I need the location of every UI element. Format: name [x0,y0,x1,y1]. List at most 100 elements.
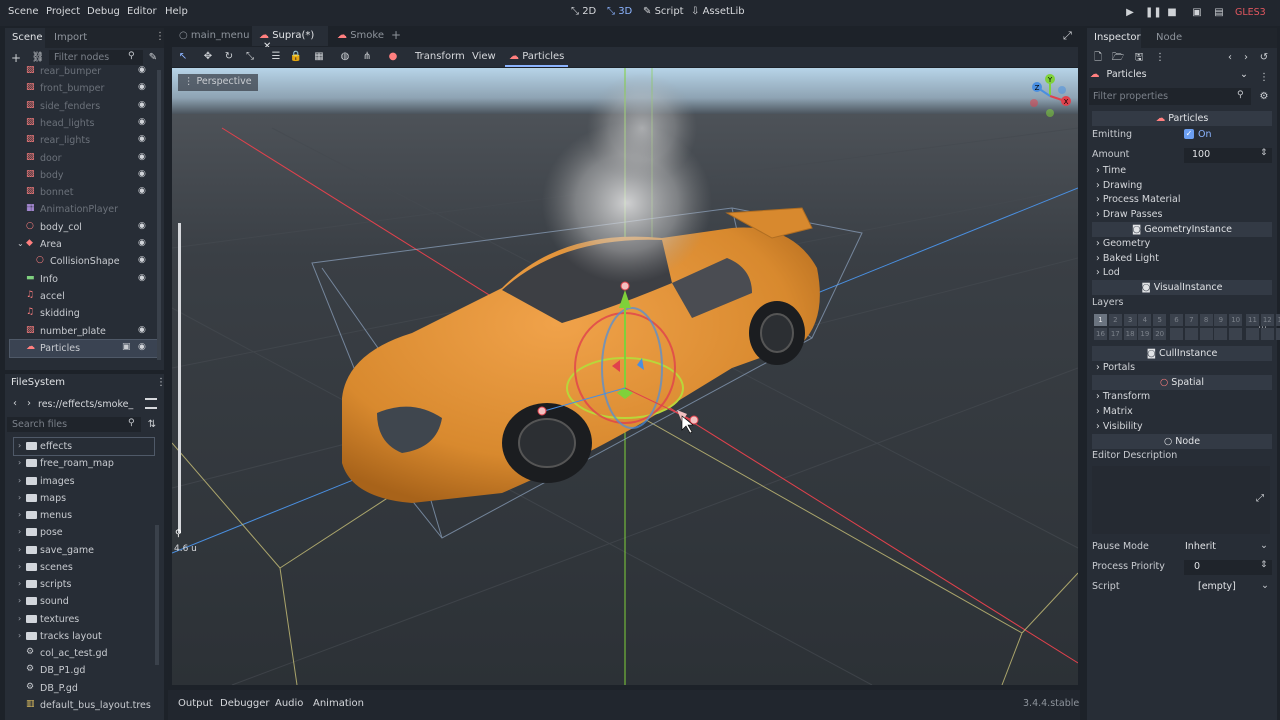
group-visibility[interactable]: › Visibility [1096,421,1143,432]
layer-cell[interactable]: 8 [1199,314,1213,326]
group-process-material[interactable]: › Process Material [1096,194,1180,205]
layer-cell[interactable]: 1 [1094,314,1107,326]
filesystem-item[interactable]: › effects [13,437,155,456]
scene-tree-item[interactable]: ♫ skidding [10,305,160,322]
scene-tree-item[interactable]: ▬ Info ◉ [10,271,160,288]
scene-tree-item[interactable]: ▧ bonnet ◉ [10,184,160,201]
tab-output[interactable]: Output [178,698,213,709]
visibility-eye-icon[interactable]: ◉ [138,342,146,352]
menu-help[interactable]: Help [165,6,188,17]
filesystem-menu-icon[interactable]: ⋮ [156,377,166,388]
pause-icon[interactable]: ❚❚ [1145,6,1162,20]
scene-tree-item[interactable]: ▧ rear_bumper ◉ [10,63,160,80]
open-resource-icon[interactable]: 🗁 [1111,51,1125,65]
filter-properties-input[interactable]: Filter properties ⚲ [1089,88,1251,105]
scene-tree-item[interactable]: ▦ AnimationPlayer [10,201,160,218]
transform-menu[interactable]: Transform [415,51,465,62]
path-field[interactable]: res://effects/smoke_p [38,399,134,410]
workspace-2d[interactable]: ⤡ 2D [571,6,596,17]
distraction-free-icon[interactable]: ⤢ [1063,29,1072,43]
back-icon[interactable]: ‹ [8,397,22,411]
layer-cell[interactable]: 18 [1123,328,1137,340]
layer-cell[interactable]: 9 [1214,314,1228,326]
filesystem-item[interactable]: › scripts [14,576,154,593]
group-baked-light[interactable]: › Baked Light [1096,253,1159,264]
visibility-eye-icon[interactable]: ◉ [138,255,146,265]
visibility-eye-icon[interactable]: ◉ [138,273,146,283]
scene-tree-item[interactable]: ○ CollisionShape ◉ [10,253,160,270]
expand-arrow-icon[interactable]: › [18,527,21,536]
expand-arrow-icon[interactable]: › [18,631,21,640]
layer-cell[interactable] [1199,328,1213,340]
tab-debugger[interactable]: Debugger [220,698,270,709]
filesystem-item[interactable]: › sound [14,593,154,610]
layer-cell[interactable]: 20 [1153,328,1167,340]
workspace-script[interactable]: ✎ Script [643,6,684,17]
scale-tool-icon[interactable]: ⤡ [243,50,257,64]
history-icon[interactable]: ↺ [1257,51,1271,65]
scene-tree-item[interactable]: ☁ Particles ▣ ◉ [9,338,161,358]
rotate-tool-icon[interactable]: ↻ [222,50,236,64]
object-menu-icon[interactable]: ⋮ [1257,71,1271,85]
layer-cell[interactable] [1214,328,1228,340]
snap-icon[interactable]: ⋔ [360,50,374,64]
expand-arrow-icon[interactable]: › [18,562,21,571]
visibility-eye-icon[interactable]: ◉ [138,238,146,248]
list-select-icon[interactable]: ☰ [269,50,283,64]
scene-dock-menu-icon[interactable]: ⋮ [155,31,165,42]
scene-tree-item[interactable]: ▧ head_lights ◉ [10,115,160,132]
scene-tree-item[interactable]: ○ body_col ◉ [10,219,160,236]
script-resource-picker[interactable]: [empty] ⌄ [1192,580,1272,595]
scene-tree-item[interactable]: ▧ number_plate ◉ [10,323,160,340]
filesystem-item[interactable]: › images [14,473,154,490]
tab-node[interactable]: Node [1149,28,1189,48]
sort-icon[interactable]: ⇅ [145,418,159,432]
workspace-3d[interactable]: ⤡ 3D [607,6,632,17]
tab-scene[interactable]: Scene [5,28,45,48]
toggle-editable-icon[interactable]: ▣ [122,342,131,352]
layer-cell[interactable]: 4 [1138,314,1152,326]
visibility-eye-icon[interactable]: ◉ [138,134,146,144]
filesystem-item[interactable]: › maps [14,490,154,507]
viewport-3d[interactable]: Y X Z ⋮ Perspective ⚲ 4.6 u [172,68,1078,685]
camera-icon[interactable]: ● [386,50,400,64]
select-tool-icon[interactable]: ↖ [176,50,190,64]
menu-project[interactable]: Project [46,6,80,17]
tab-main-menu[interactable]: ○ main_menu [172,26,256,46]
forward-icon[interactable]: › [22,397,36,411]
renderer-label[interactable]: GLES3 [1235,7,1266,18]
expand-arrow-icon[interactable]: › [18,579,21,588]
scene-tree-item[interactable]: ▧ door ◉ [10,150,160,167]
layer-cell[interactable]: 13 [1275,314,1280,326]
visibility-eye-icon[interactable]: ◉ [138,65,146,75]
tab-import[interactable]: Import [47,28,94,48]
expand-arrow-icon[interactable]: › [18,510,21,519]
group-icon[interactable]: ▦ [312,50,326,64]
play-scene-icon[interactable]: ▣ [1190,6,1204,20]
expand-arrow-icon[interactable]: › [18,493,21,502]
move-tool-icon[interactable]: ✥ [201,50,215,64]
expand-arrow-icon[interactable]: › [18,614,21,623]
layer-cell[interactable]: 3 [1123,314,1137,326]
filesystem-item[interactable]: › menus [14,507,154,524]
layer-cell[interactable]: 7 [1184,314,1198,326]
history-back-icon[interactable]: ‹ [1223,51,1237,65]
filesystem-item[interactable]: ⚙ DB_P.gd [14,680,154,697]
lock-icon[interactable]: 🔒 [289,50,303,64]
visibility-eye-icon[interactable]: ◉ [138,325,146,335]
scene-tree-item[interactable]: ▧ body ◉ [10,167,160,184]
expand-icon[interactable]: ⤢ [1256,493,1264,504]
layer-cell[interactable]: 2 [1108,314,1122,326]
visibility-eye-icon[interactable]: ◉ [138,152,146,162]
layer-cell[interactable]: 16 [1094,328,1107,340]
scene-tree-item[interactable]: ♫ accel [10,288,160,305]
group-drawing[interactable]: › Drawing [1096,180,1142,191]
tab-supra[interactable]: ☁ Supra(*) ✕ [252,26,328,52]
layer-cell[interactable]: 17 [1108,328,1122,340]
group-draw-passes[interactable]: › Draw Passes [1096,209,1162,220]
save-resource-icon[interactable]: 🖫 [1132,51,1146,65]
layer-cell[interactable] [1229,328,1243,340]
filter-settings-icon[interactable]: ⚙ [1257,90,1271,104]
play-icon[interactable]: ▶ [1123,6,1137,20]
collapse-arrow-icon[interactable]: ⌄ [17,239,24,248]
